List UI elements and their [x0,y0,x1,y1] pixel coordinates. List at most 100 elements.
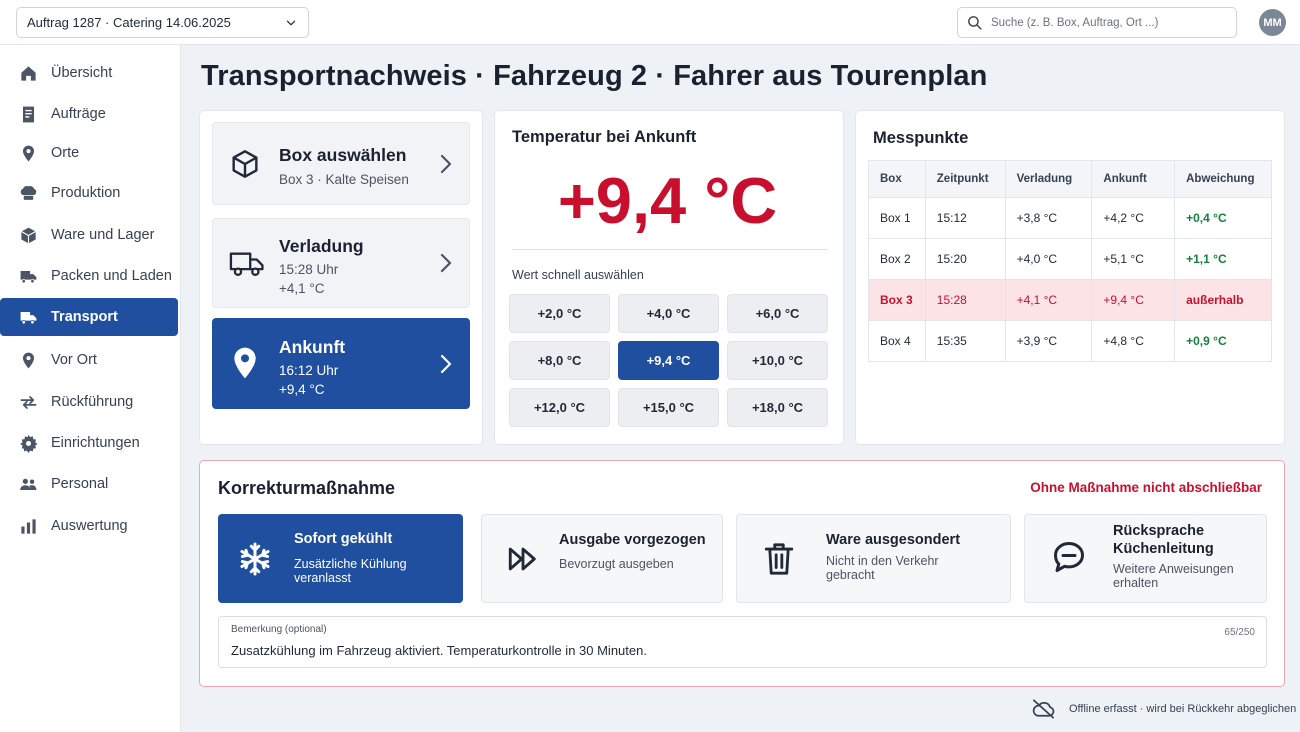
sidebar-item-transport[interactable]: Transport [0,298,178,336]
option-subtitle: Zusätzliche Kühlung [294,557,407,571]
table-cell: 15:12 [924,197,1006,239]
search-icon [966,14,983,31]
sidebar-item-auswertung[interactable]: Auswertung [0,507,178,545]
remark-text[interactable]: Zusatzkühlung im Fahrzeug aktiviert. Tem… [231,643,647,658]
step-temperature: +9,4 °C [279,382,325,397]
table-cell: +3,9 °C [1004,320,1093,362]
option-subtitle: veranlasst [294,571,351,585]
step-box-auswaehlen[interactable]: Box auswählen Box 3 · Kalte Speisen [212,122,470,205]
sidebar-item-label: Produktion [51,185,121,201]
cloud-off-icon [1031,698,1056,720]
deviation-cell: +1,1 °C [1174,238,1272,280]
steps-card: Box auswählen Box 3 · Kalte Speisen Verl… [199,110,483,445]
truck-icon [229,248,265,280]
package-icon [229,148,261,180]
offline-status: Offline erfasst · wird bei Rückkehr abge… [1031,698,1296,720]
deviation-cell: außerhalb [1174,279,1272,321]
fast-forward-icon [506,542,540,576]
trash-icon [762,540,796,578]
table-row[interactable]: Box 1 15:12 +3,8 °C +4,2 °C +0,4 °C [868,197,1272,239]
table-header-row: Box Zeitpunkt Verladung Ankunft Abweichu… [868,160,1272,198]
table-cell: Box 1 [868,197,926,239]
table-cell: 15:20 [924,238,1006,280]
location-pin-icon [18,143,38,163]
deviation-cell: +0,4 °C [1174,197,1272,239]
location-pin-icon [18,350,38,370]
avatar[interactable]: MM [1259,9,1286,36]
table-cell: +9,4 °C [1091,279,1176,321]
sidebar-item-uebersicht[interactable]: Übersicht [0,54,178,92]
column-header: Abweichung [1174,160,1272,198]
quick-value-button[interactable]: +2,0 °C [509,294,610,333]
table-cell: Box 2 [868,238,926,280]
table-cell: +4,8 °C [1091,320,1176,362]
option-title: Ausgabe vorgezogen [559,532,706,548]
quick-value-button-selected[interactable]: +9,4 °C [618,341,719,380]
quick-value-button[interactable]: +15,0 °C [618,388,719,427]
sidebar-item-auftraege[interactable]: Aufträge [0,95,178,133]
step-verladung[interactable]: Verladung 15:28 Uhr +4,1 °C [212,218,470,308]
quick-value-button[interactable]: +12,0 °C [509,388,610,427]
search-input[interactable] [991,16,1221,29]
snowflake-icon [237,541,273,577]
package-icon [18,225,38,245]
option-sofort-gekuehlt[interactable]: Sofort gekühlt Zusätzliche Kühlung veran… [218,514,463,603]
table-row-alert[interactable]: Box 3 15:28 +4,1 °C +9,4 °C außerhalb [868,279,1272,321]
document-icon [18,104,38,124]
step-subtitle: Box 3 · Kalte Speisen [279,172,409,187]
chat-bubble-icon [1051,539,1087,575]
option-ware-ausgesondert[interactable]: Ware ausgesondert Nicht in den Verkehr g… [736,514,1011,603]
gear-icon [18,433,38,453]
quick-select-label: Wert schnell auswählen [512,268,644,282]
sidebar-item-label: Packen und Laden [51,268,172,284]
remark-label: Bemerkung (optional) [231,624,327,635]
quick-value-button[interactable]: +10,0 °C [727,341,828,380]
order-select-value: Auftrag 1287 · Catering 14.06.2025 [27,15,231,30]
sidebar-item-produktion[interactable]: Produktion [0,174,178,212]
table-row[interactable]: Box 2 15:20 +4,0 °C +5,1 °C +1,1 °C [868,238,1272,280]
sidebar-item-einrichtungen[interactable]: Einrichtungen [0,424,178,462]
sidebar-item-label: Ware und Lager [51,227,155,243]
bar-chart-icon [18,516,38,536]
remark-field[interactable]: Bemerkung (optional) 65/250 Zusatzkühlun… [218,616,1267,668]
truck-icon [18,307,38,327]
sidebar-item-rueckfuehrung[interactable]: Rückführung [0,383,178,421]
messpunkte-card: Messpunkte Box Zeitpunkt Verladung Ankun… [855,110,1285,445]
people-icon [18,474,38,494]
quick-value-button[interactable]: +18,0 °C [727,388,828,427]
order-select[interactable]: Auftrag 1287 · Catering 14.06.2025 [16,7,309,38]
chef-hat-icon [18,183,38,203]
table-cell: Box 3 [868,279,926,321]
temperature-card: Temperatur bei Ankunft +9,4 °C Wert schn… [494,110,844,445]
sidebar-item-orte[interactable]: Orte [0,134,178,172]
swap-arrows-icon [18,392,38,412]
divider [512,249,828,250]
table-cell: 15:35 [924,320,1006,362]
sidebar-item-label: Übersicht [51,65,113,81]
search-box[interactable] [957,7,1237,38]
table-cell: Box 4 [868,320,926,362]
table-cell: +4,0 °C [1004,238,1093,280]
sidebar-item-label: Personal [51,476,109,492]
sidebar-item-packen-und-laden[interactable]: Packen und Laden [0,257,178,295]
table-cell: +4,2 °C [1091,197,1176,239]
step-ankunft[interactable]: Ankunft 16:12 Uhr +9,4 °C [212,318,470,409]
sidebar-item-personal[interactable]: Personal [0,465,178,503]
deviation-cell: +0,9 °C [1174,320,1272,362]
chevron-right-icon [437,353,455,375]
page-title: Transportnachweis · Fahrzeug 2 · Fahrer … [201,60,988,92]
sidebar-item-ware-und-lager[interactable]: Ware und Lager [0,216,178,254]
step-title: Box auswählen [279,145,407,165]
step-title: Verladung [279,236,364,256]
option-title: Küchenleitung [1113,541,1214,557]
option-subtitle: gebracht [826,568,875,582]
option-ruecksprache-kuechenleitung[interactable]: Rücksprache Küchenleitung Weitere Anweis… [1024,514,1267,603]
truck-icon [18,266,38,286]
sidebar: Übersicht Aufträge Orte Produktion Ware … [0,45,181,732]
quick-value-button[interactable]: +8,0 °C [509,341,610,380]
option-ausgabe-vorgezogen[interactable]: Ausgabe vorgezogen Bevorzugt ausgeben [481,514,723,603]
quick-value-button[interactable]: +4,0 °C [618,294,719,333]
sidebar-item-vor-ort[interactable]: Vor Ort [0,341,178,379]
table-row[interactable]: Box 4 15:35 +3,9 °C +4,8 °C +0,9 °C [868,320,1272,362]
quick-value-button[interactable]: +6,0 °C [727,294,828,333]
